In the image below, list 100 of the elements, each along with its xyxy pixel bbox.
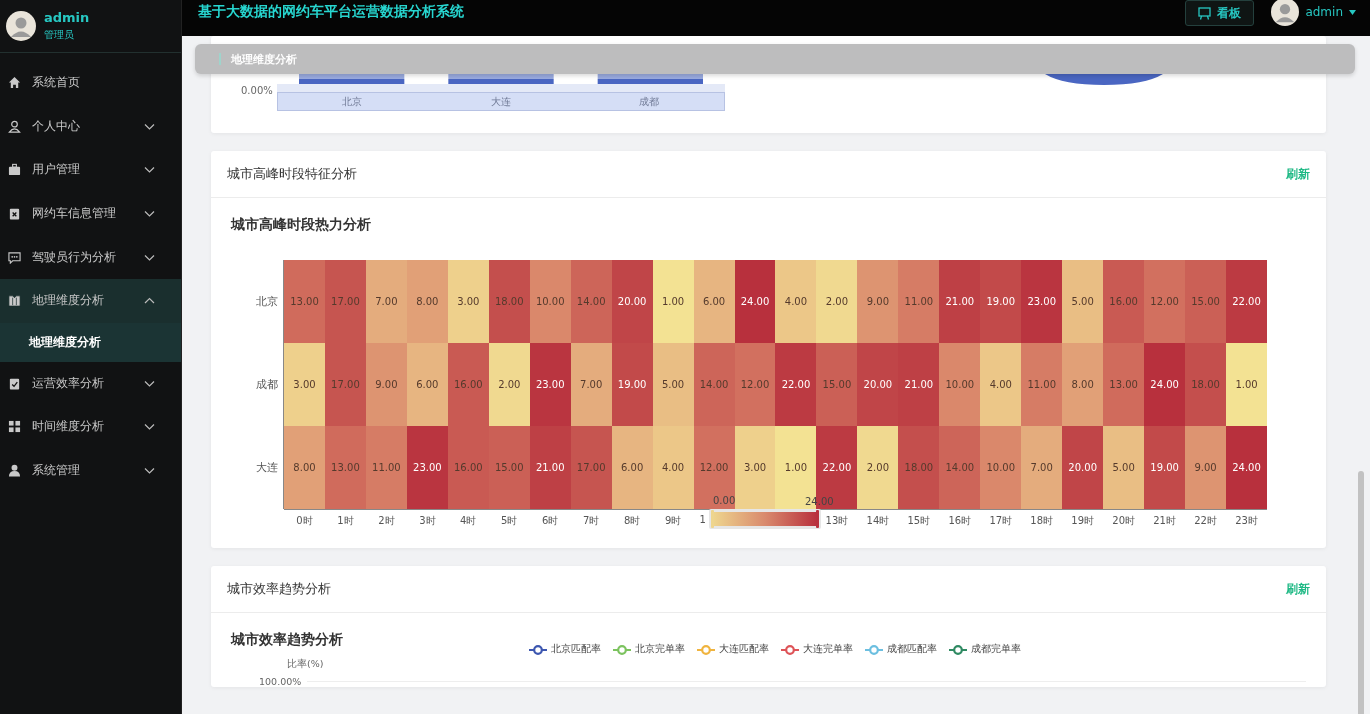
heatmap-cell: 5.00 [1103, 426, 1145, 509]
heatmap-cell: 20.00 [611, 260, 653, 343]
app-title: 基于大数据的网约车平台运营数据分析系统 [198, 3, 465, 21]
heatmap-cell: 24.00 [734, 260, 776, 343]
caret-icon[interactable] [1349, 9, 1356, 15]
legend-item[interactable]: 大连匹配率 [697, 643, 769, 656]
heatmap-cell: 16.00 [447, 343, 489, 426]
card-title: 城市效率趋势分析 [227, 580, 331, 598]
axis-label: 23时 [1226, 509, 1267, 529]
submenu-item[interactable]: 地理维度分析 [0, 322, 181, 362]
heatmap-cell: 16.00 [1103, 260, 1145, 343]
axis-label: 大连 [489, 94, 512, 109]
chart-title: 城市高峰时段热力分析 [231, 216, 372, 234]
heatmap-cell: 19.00 [1144, 426, 1186, 509]
menu-item[interactable]: 系统管理 [0, 448, 181, 493]
heatmap-cell: 14.00 [939, 426, 981, 509]
heatmap-cell: 11.00 [365, 426, 407, 509]
heatmap-cell: 2.00 [488, 343, 530, 426]
axis-label: 22时 [1185, 509, 1227, 529]
heatmap-cell: 21.00 [898, 343, 940, 426]
axis-label: 6时 [529, 509, 571, 529]
avatar [6, 11, 36, 41]
user-menu[interactable]: admin [1305, 5, 1343, 19]
axis-label: 北京 [341, 94, 364, 109]
user-icon [8, 119, 21, 133]
heatmap-cell: 17.00 [324, 260, 366, 343]
heatmap-cell: 17.00 [570, 426, 612, 509]
user-role: 管理员 [44, 28, 75, 42]
menu-item[interactable]: 运营效率分析 [0, 361, 181, 406]
heatmap-cell: 8.00 [406, 260, 448, 343]
scrollbar[interactable] [1358, 471, 1364, 714]
map-icon [8, 294, 21, 308]
heatmap-cell: 4.00 [652, 426, 694, 509]
axis-label: 8时 [611, 509, 653, 529]
heatmap-cell: 6.00 [611, 426, 653, 509]
axis-label: 20时 [1103, 509, 1145, 529]
heatmap-cell: 14.00 [693, 343, 735, 426]
axis-label: 0时 [284, 509, 325, 529]
menu-item[interactable]: 个人中心 [0, 104, 181, 149]
heatmap-cell: 6.00 [406, 343, 448, 426]
heatmap-cell: 15.00 [488, 426, 530, 509]
heatmap-cell: 19.00 [611, 343, 653, 426]
axis-label: 4时 [447, 509, 489, 529]
axis-label: 2时 [365, 509, 407, 529]
heatmap-cell: 16.00 [447, 426, 489, 509]
axis-label: 3时 [406, 509, 448, 529]
axis-label: 9时 [652, 509, 694, 529]
heatmap-cell: 10.00 [529, 260, 571, 343]
heatmap-cell: 24.00 [1144, 343, 1186, 426]
heatmap-cell: 13.00 [284, 260, 325, 343]
heatmap-cell: 4.00 [980, 343, 1022, 426]
heatmap-cell: 21.00 [939, 260, 981, 343]
heatmap-cell: 19.00 [980, 260, 1022, 343]
heatmap-cell: 13.00 [1103, 343, 1145, 426]
heatmap-cell: 18.00 [488, 260, 530, 343]
legend-item[interactable]: 成都完单率 [949, 643, 1021, 656]
axis-label: 19时 [1062, 509, 1104, 529]
heatmap-cell: 4.00 [775, 260, 817, 343]
board-button[interactable]: 看板 [1185, 0, 1255, 26]
menu-item[interactable]: 系统首页 [0, 61, 181, 105]
menu-item[interactable]: 网约车信息管理 [0, 191, 181, 236]
user-name: admin [44, 10, 90, 25]
card-title: 城市高峰时段特征分析 [227, 165, 357, 183]
menu-item[interactable]: 驾驶员行为分析 [0, 235, 181, 279]
menu-item[interactable]: 时间维度分析 [0, 405, 181, 449]
heatmap-cell: 17.00 [324, 343, 366, 426]
heatmap-cell: 3.00 [447, 260, 489, 343]
heatmap-cell: 10.00 [980, 426, 1022, 509]
legend-item[interactable]: 成都匹配率 [865, 643, 937, 656]
avatar[interactable] [1271, 0, 1300, 26]
axis-label: 14时 [857, 509, 899, 529]
heatmap-cell: 7.00 [365, 260, 407, 343]
menu-item[interactable]: 用户管理 [0, 148, 181, 192]
heatmap-cell: 12.00 [734, 343, 776, 426]
legend-item[interactable]: 北京完单率 [613, 643, 685, 656]
legend-item[interactable]: 北京匹配率 [529, 643, 601, 656]
heatmap-cell: 9.00 [365, 343, 407, 426]
heatmap-cell: 9.00 [1185, 426, 1227, 509]
heatmap-cell: 9.00 [857, 260, 899, 343]
heatmap-cell: 12.00 [1144, 260, 1186, 343]
menu-item[interactable]: 地理维度分析 [0, 278, 181, 323]
axis-label: 15时 [898, 509, 940, 529]
axis-label: 成都 [638, 94, 661, 109]
heatmap-cell: 21.00 [529, 426, 571, 509]
heatmap-cell: 2.00 [816, 260, 858, 343]
chat-icon [8, 250, 21, 264]
heatmap-cell: 23.00 [1021, 260, 1063, 343]
heatmap-cell: 5.00 [1062, 260, 1104, 343]
axis-label: 17时 [980, 509, 1022, 529]
legend-item[interactable]: 大连完单率 [781, 643, 853, 656]
heatmap-cell: 24.00 [1226, 426, 1267, 509]
heatmap-cell: 23.00 [529, 343, 571, 426]
heatmap-cell: 5.00 [652, 343, 694, 426]
heatmap-cell: 23.00 [406, 426, 448, 509]
axis-label: 5时 [488, 509, 530, 529]
heatmap-cell: 14.00 [570, 260, 612, 343]
person-icon [8, 464, 21, 478]
heatmap-cell: 1.00 [1226, 343, 1267, 426]
home-icon [8, 76, 21, 90]
heatmap-cell: 7.00 [1021, 426, 1063, 509]
